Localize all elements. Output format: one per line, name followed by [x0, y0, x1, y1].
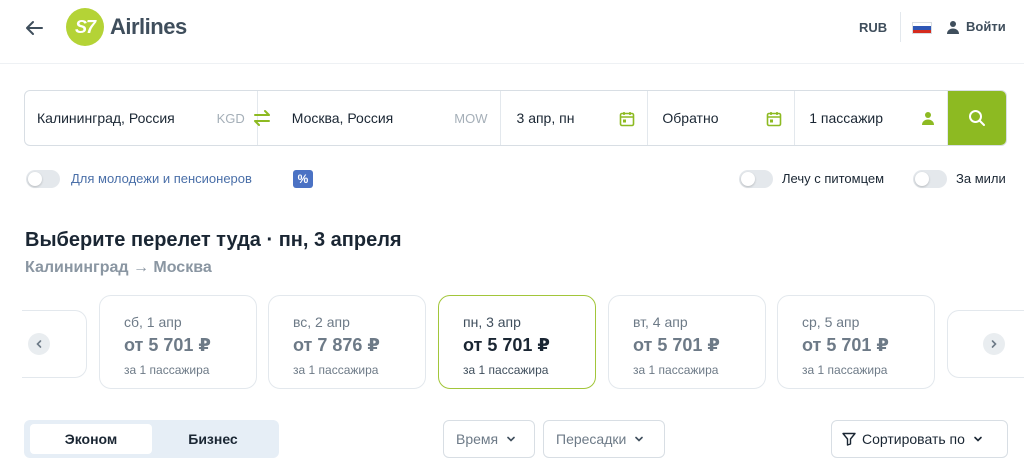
s7-logo[interactable]: S7 Airlines	[66, 8, 187, 46]
depart-date-field[interactable]: 3 апр, пн	[501, 91, 649, 145]
youth-discount-toggle[interactable]	[26, 170, 60, 188]
route-subtitle: Калининград → Москва	[25, 259, 212, 276]
date-card[interactable]: сб, 1 апр от 5 701 ₽ за 1 пассажира	[99, 295, 257, 389]
time-filter-dropdown[interactable]: Время	[443, 420, 535, 458]
date-card-price: от 5 701 ₽	[633, 335, 720, 355]
date-card-note: за 1 пассажира	[293, 363, 379, 377]
pet-label[interactable]: Лечу с питомцем	[782, 171, 884, 186]
miles-toggle[interactable]	[913, 170, 947, 188]
date-card-day: вт, 4 апр	[633, 314, 688, 330]
sort-label: Сортировать по	[862, 431, 965, 447]
passengers-count: 1 пассажир	[809, 110, 884, 126]
date-card-price: от 7 876 ₽	[293, 335, 380, 355]
date-card-day: вс, 2 апр	[293, 314, 350, 330]
search-icon	[969, 110, 986, 126]
passenger-icon	[922, 112, 935, 125]
calendar-icon	[620, 112, 635, 127]
date-card[interactable]: вт, 4 апр от 5 701 ₽ за 1 пассажира	[608, 295, 766, 389]
swap-icon[interactable]	[251, 107, 273, 129]
login-button[interactable]: Войти	[946, 19, 1006, 34]
chevron-down-icon	[635, 436, 644, 442]
discount-badge: %	[293, 170, 313, 188]
top-header: S7 Airlines RUB Войти	[0, 0, 1024, 64]
return-label: Обратно	[662, 110, 719, 126]
chevron-down-icon	[507, 436, 515, 442]
sort-dropdown[interactable]: Сортировать по	[831, 420, 1008, 458]
date-card[interactable]: вс, 2 апр от 7 876 ₽ за 1 пассажира	[268, 295, 426, 389]
logo-mark: S7	[66, 8, 104, 46]
chevron-down-icon	[974, 436, 982, 442]
origin-code: KGD	[216, 110, 245, 126]
origin-city: Калининград, Россия	[37, 110, 175, 126]
back-arrow-icon[interactable]	[22, 16, 46, 40]
business-tab[interactable]: Бизнес	[152, 424, 274, 454]
destination-field[interactable]: Москва, Россия MOW	[258, 91, 501, 145]
pet-toggle[interactable]	[739, 170, 773, 188]
russia-flag-icon[interactable]	[912, 22, 932, 34]
date-card-day: ср, 5 апр	[802, 314, 860, 330]
chevron-right-icon	[991, 340, 997, 348]
logo-text: Airlines	[110, 14, 187, 39]
flight-search-bar: Калининград, Россия KGD Москва, Россия M…	[24, 90, 1007, 146]
carousel-prev-button[interactable]	[28, 333, 50, 355]
currency-selector[interactable]: RUB	[859, 20, 887, 35]
user-icon	[947, 20, 959, 34]
transfers-filter-label: Пересадки	[556, 431, 627, 447]
date-card-price: от 5 701 ₽	[124, 335, 211, 355]
miles-label[interactable]: За мили	[956, 171, 1006, 186]
time-filter-label: Время	[456, 431, 499, 447]
transfers-filter-dropdown[interactable]: Пересадки	[543, 420, 665, 458]
economy-tab[interactable]: Эконом	[30, 424, 152, 454]
date-card[interactable]: ср, 5 апр от 5 701 ₽ за 1 пассажира	[777, 295, 935, 389]
date-card-price: от 5 701 ₽	[463, 335, 550, 355]
search-button[interactable]	[948, 91, 1006, 145]
passengers-field[interactable]: 1 пассажир	[795, 91, 949, 145]
date-card-note: за 1 пассажира	[463, 363, 549, 377]
date-card-selected[interactable]: пн, 3 апр от 5 701 ₽ за 1 пассажира	[438, 295, 596, 389]
date-card-day: пн, 3 апр	[463, 314, 521, 330]
cabin-class-switch: Эконом Бизнес	[24, 420, 279, 458]
login-label: Войти	[966, 19, 1006, 34]
youth-discount-label[interactable]: Для молодежи и пенсионеров	[71, 171, 252, 186]
header-divider	[900, 12, 901, 42]
carousel-next-button[interactable]	[983, 333, 1005, 355]
page-title: Выберите перелет туда · пн, 3 апреля	[25, 229, 402, 251]
depart-date: 3 апр, пн	[516, 110, 575, 126]
destination-code: MOW	[454, 110, 488, 126]
date-card-day: сб, 1 апр	[124, 314, 182, 330]
return-date-field[interactable]: Обратно	[648, 91, 796, 145]
date-card-price: от 5 701 ₽	[802, 335, 889, 355]
chevron-left-icon	[36, 340, 42, 348]
date-card-note: за 1 пассажира	[802, 363, 888, 377]
filter-funnel-icon	[842, 432, 856, 446]
calendar-icon	[766, 112, 782, 127]
date-card-note: за 1 пассажира	[633, 363, 719, 377]
destination-city: Москва, Россия	[291, 110, 394, 126]
date-card-note: за 1 пассажира	[124, 363, 210, 377]
origin-field[interactable]: Калининград, Россия KGD	[25, 91, 258, 145]
